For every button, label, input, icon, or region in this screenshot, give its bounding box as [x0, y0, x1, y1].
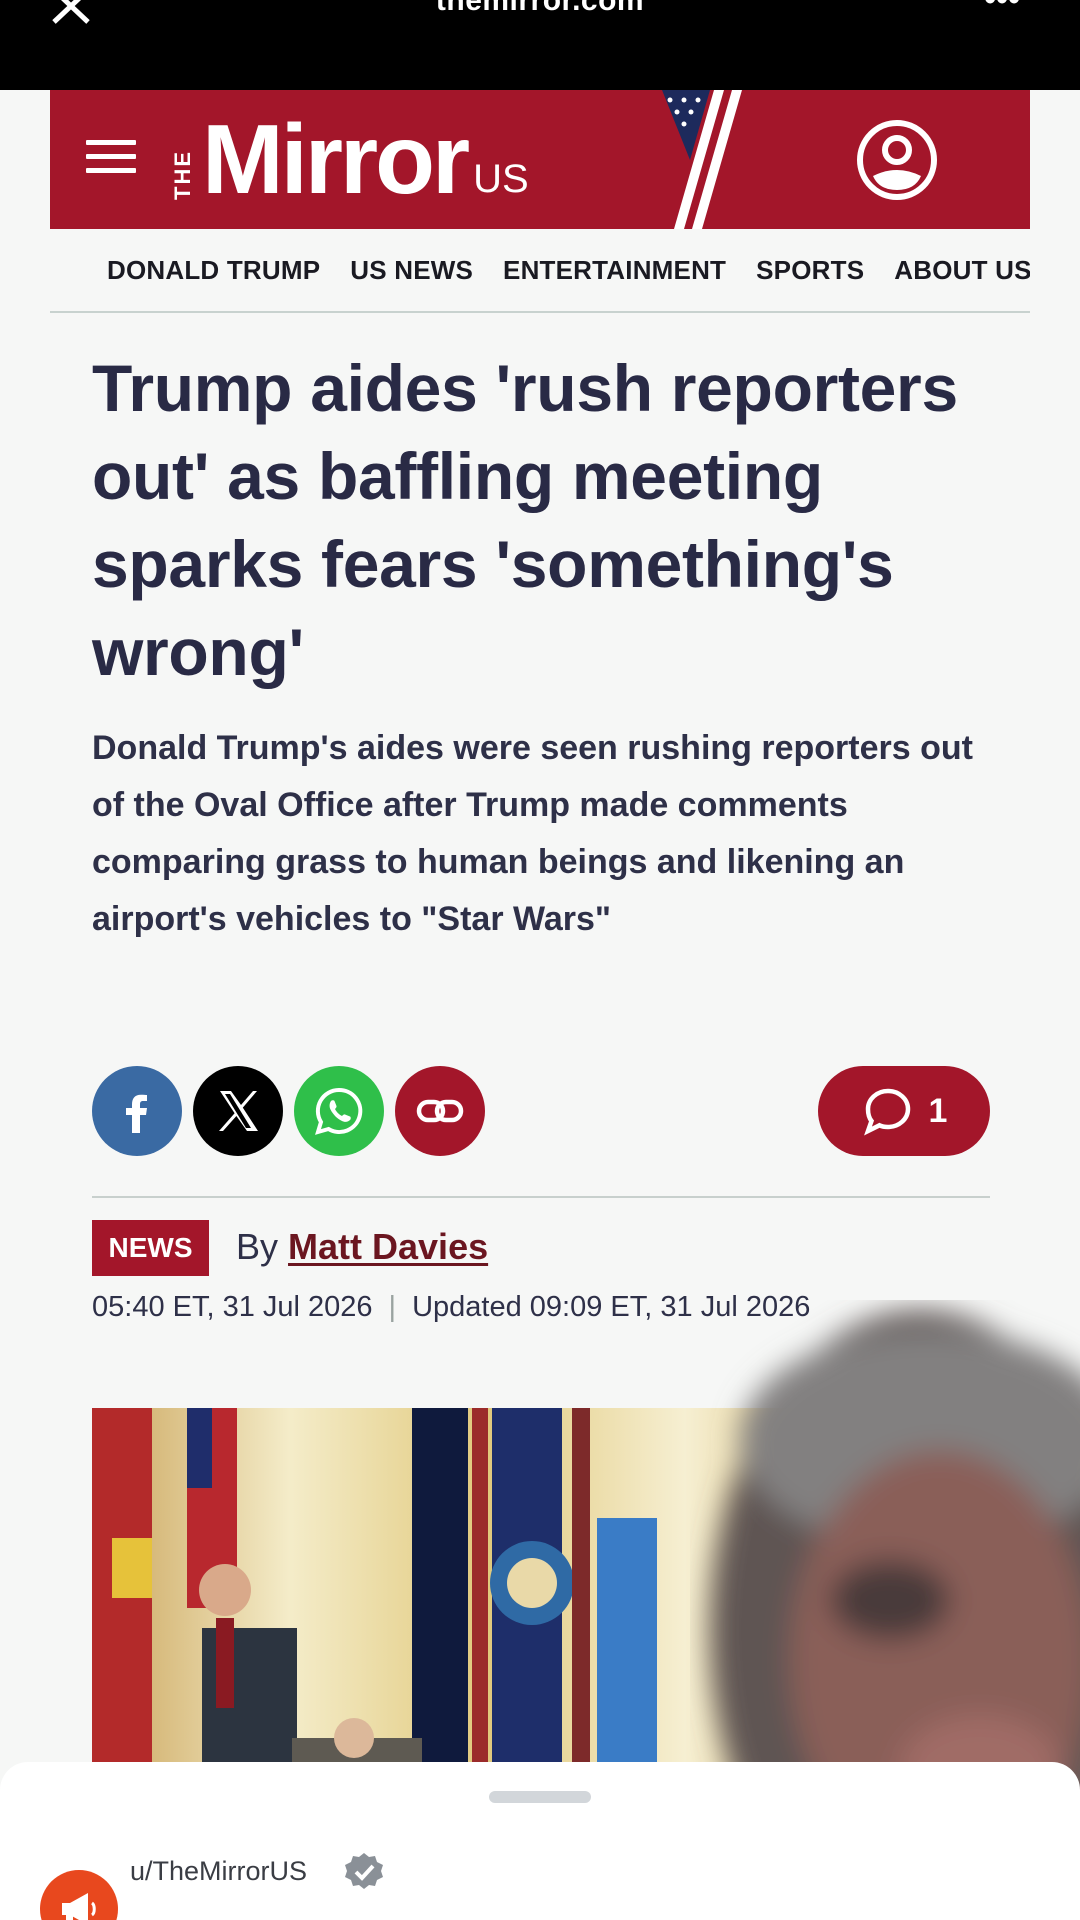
category-tag[interactable]: NEWS — [92, 1220, 209, 1276]
more-options-icon[interactable]: ••• — [984, 0, 1020, 19]
nav-item-sports[interactable]: SPORTS — [756, 255, 864, 286]
byline: By Matt Davies — [236, 1226, 488, 1268]
nav-item-entertainment[interactable]: ENTERTAINMENT — [503, 255, 726, 286]
comment-bubble-icon — [863, 1088, 910, 1136]
site-masthead: THE Mirror US — [50, 90, 1030, 229]
browser-url[interactable]: themirror.com — [0, 0, 1080, 18]
hamburger-menu-icon[interactable] — [86, 140, 136, 180]
user-profile-icon[interactable] — [855, 118, 939, 202]
x-share-button[interactable] — [193, 1066, 283, 1156]
article-headline: Trump aides 'rush reporters out' as baff… — [92, 351, 958, 689]
whatsapp-share-button[interactable] — [294, 1066, 384, 1156]
verified-badge-icon — [345, 1853, 383, 1889]
site-logo[interactable]: THE Mirror US — [170, 108, 529, 208]
copy-link-button[interactable] — [395, 1066, 485, 1156]
share-bar: 1 — [92, 1066, 992, 1156]
megaphone-icon — [62, 1893, 96, 1920]
byline-prefix: By — [236, 1226, 279, 1267]
community-avatar[interactable] — [40, 1870, 118, 1920]
comments-button[interactable]: 1 — [818, 1066, 990, 1156]
author-link[interactable]: Matt Davies — [288, 1226, 488, 1267]
article-standfirst: Donald Trump's aides were seen rushing r… — [92, 729, 973, 938]
timestamp-separator: | — [388, 1291, 397, 1323]
facebook-share-button[interactable] — [92, 1066, 182, 1156]
bottom-sheet — [0, 1762, 1080, 1920]
logo-the: THE — [170, 150, 195, 200]
whatsapp-icon — [315, 1087, 363, 1135]
section-nav: DONALD TRUMP US NEWS ENTERTAINMENT SPORTS AB… — [50, 229, 1030, 313]
facebook-icon — [126, 1094, 147, 1133]
comments-count: 1 — [928, 1091, 948, 1130]
flag-stripes-graphic — [662, 90, 742, 229]
sheet-drag-handle[interactable] — [489, 1791, 591, 1803]
logo-us: US — [473, 157, 529, 201]
browser-toolbar: themirror.com ••• — [0, 0, 1080, 90]
logo-wordmark: Mirror — [202, 104, 470, 214]
nav-item-about-us[interactable]: ABOUT US — [894, 255, 1030, 286]
nav-item-us-news[interactable]: US NEWS — [350, 255, 473, 286]
divider — [92, 1196, 990, 1198]
x-twitter-icon — [219, 1091, 258, 1131]
community-name[interactable]: u/TheMirrorUS — [130, 1856, 307, 1887]
nav-item-donald-trump[interactable]: DONALD TRUMP — [107, 255, 320, 286]
published-time: 05:40 ET, 31 Jul 2026 — [92, 1291, 373, 1323]
copy-link-icon — [416, 1099, 464, 1123]
